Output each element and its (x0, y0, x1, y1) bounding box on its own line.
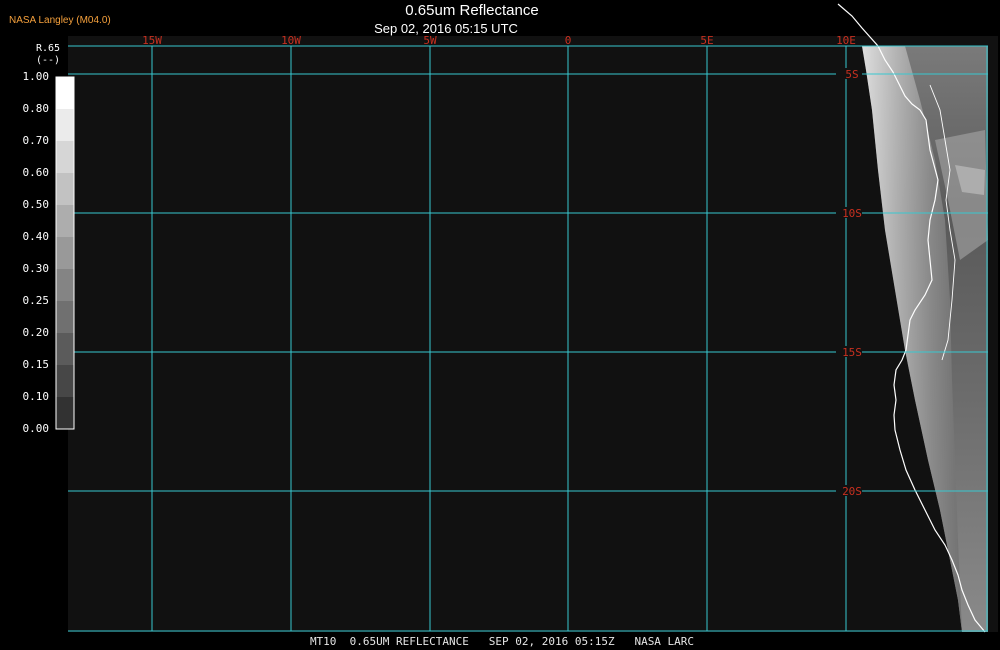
legend-color-swatch (56, 173, 74, 205)
latitude-label: 10S (842, 207, 862, 220)
legend-color-swatch (56, 397, 74, 429)
legend-tick-label: 1.00 (22, 70, 50, 83)
latitude-label: 15S (842, 346, 862, 359)
legend-tick-label: 0.70 (22, 134, 50, 147)
legend-tick-label: 0.20 (22, 326, 50, 339)
legend-tick-label: 0.40 (22, 230, 50, 243)
legend-color-swatch (56, 333, 74, 365)
satellite-map: 15W 10W 5W 0 5E 10E5S10S15S20S (55, 3, 998, 633)
latitude-label: 5S (845, 68, 858, 81)
legend-tick-label: 0.10 (22, 390, 50, 403)
legend-tick-label: 0.00 (22, 422, 50, 435)
footer-caption: MT10 0.65UM REFLECTANCE SEP 02, 2016 05:… (309, 635, 695, 648)
latitude-label: 20S (842, 485, 862, 498)
legend-tick-label: 0.25 (22, 294, 50, 307)
satellite-image-frame: 15W 10W 5W 0 5E 10E 5S 10S 15S 20S NASA Langley (… (0, 0, 1000, 650)
legend-tick-label: 0.80 (22, 102, 50, 115)
legend-color-swatch (56, 237, 74, 269)
image-title: 0.65um Reflectance (405, 2, 539, 19)
legend-color-swatch (56, 365, 74, 397)
legend-color-swatch (56, 141, 74, 173)
legend-variable-label: R.65 (36, 43, 61, 54)
legend-tick-label: 0.30 (22, 262, 50, 275)
legend-units-label: (--) (36, 55, 61, 66)
legend-tick-label: 0.50 (22, 198, 50, 211)
legend-color-swatch (56, 77, 74, 109)
ocean-background (68, 36, 998, 632)
legend-color-swatch (56, 205, 74, 237)
legend-color-swatch (56, 109, 74, 141)
reflectance-color-legend (55, 76, 75, 430)
legend-tick-label: 0.15 (22, 358, 50, 371)
legend-color-swatch (56, 269, 74, 301)
legend-tick-label: 0.60 (22, 166, 50, 179)
image-timestamp: Sep 02, 2016 05:15 UTC (374, 21, 518, 36)
legend-color-swatch (56, 301, 74, 333)
